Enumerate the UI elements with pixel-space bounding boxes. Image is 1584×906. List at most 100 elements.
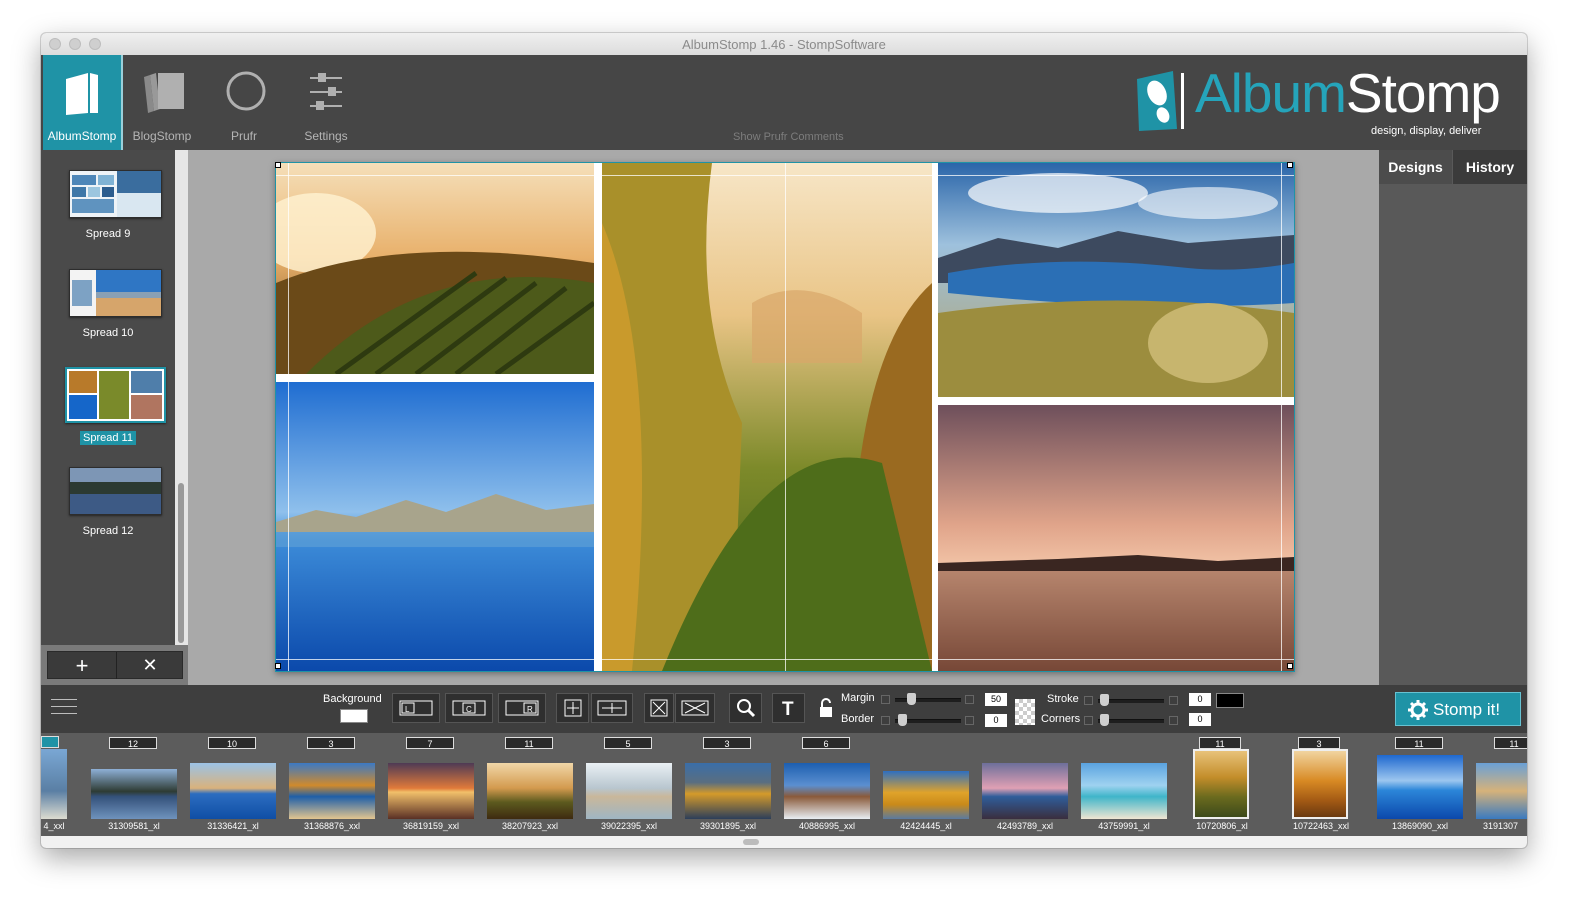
background-color-swatch[interactable] — [340, 709, 368, 723]
photo-autumn-forest[interactable] — [602, 163, 932, 671]
title-bar: AlbumStomp 1.46 - StompSoftware — [41, 33, 1527, 56]
usage-badge: 3 — [307, 737, 355, 749]
stroke-increase-icon[interactable] — [1169, 696, 1178, 705]
mode-settings[interactable]: Settings — [287, 55, 365, 150]
show-prufr-comments-link[interactable]: Show Prufr Comments — [733, 131, 844, 143]
border-decrease-icon[interactable] — [881, 716, 890, 725]
mode-label: Prufr — [230, 129, 257, 143]
stroke-value-field[interactable]: 0 — [1189, 693, 1211, 706]
margin-slider-knob[interactable] — [907, 693, 916, 705]
photo-mountain-lake[interactable] — [938, 163, 1294, 397]
resize-handle[interactable] — [1287, 162, 1293, 168]
shrink-button[interactable] — [675, 693, 715, 723]
filmstrip-photo[interactable] — [41, 749, 67, 819]
scrollbar-thumb[interactable] — [178, 483, 184, 643]
filmstrip-photo[interactable] — [190, 763, 276, 819]
spread-thumbnail[interactable] — [69, 170, 162, 218]
photo-vineyard-hills[interactable] — [276, 163, 594, 374]
filmstrip-photo[interactable] — [586, 763, 672, 819]
filmstrip-filename: 43759991_xl — [1098, 821, 1150, 831]
zoom-button[interactable] — [729, 693, 762, 723]
mode-albumstomp[interactable]: AlbumStomp — [43, 55, 123, 150]
filmstrip-photo[interactable] — [883, 771, 969, 819]
fit-button[interactable] — [556, 693, 589, 723]
designs-history-panel: Designs History — [1379, 150, 1527, 685]
remove-spread-button[interactable]: ✕ — [116, 652, 184, 679]
spread-label: Spread 9 — [85, 228, 131, 240]
filmstrip-photo[interactable] — [982, 763, 1068, 819]
stroke-color-swatch[interactable] — [1216, 693, 1244, 708]
usage-badge: 11 — [1199, 737, 1241, 749]
corners-increase-icon[interactable] — [1169, 716, 1178, 725]
filmstrip-filename: 13869090_xxl — [1391, 821, 1449, 831]
resize-handle[interactable] — [275, 162, 281, 168]
fill-button[interactable] — [591, 693, 633, 723]
spreads-scrollbar[interactable] — [175, 150, 188, 645]
filmstrip-photo[interactable] — [1081, 763, 1167, 819]
expand-button[interactable] — [644, 693, 674, 723]
filmstrip-photo[interactable] — [784, 763, 870, 819]
margin-decrease-icon[interactable] — [881, 695, 890, 704]
stroke-decrease-icon[interactable] — [1084, 696, 1093, 705]
align-right-button[interactable]: R — [498, 693, 546, 723]
filmstrip-filename: 10720806_xl — [1196, 821, 1248, 831]
mode-blogstomp[interactable]: BlogStomp — [123, 55, 201, 150]
margin-guide — [1281, 163, 1282, 671]
spread-thumbnail[interactable] — [69, 269, 162, 317]
window-title: AlbumStomp 1.46 - StompSoftware — [682, 37, 886, 52]
corners-value-field[interactable]: 0 — [1189, 713, 1211, 726]
filmstrip-photo[interactable] — [487, 763, 573, 819]
align-right-icon: R — [505, 700, 539, 716]
fit-icon — [564, 699, 581, 717]
lock-icon[interactable] — [819, 697, 833, 719]
border-value-field[interactable]: 0 — [985, 714, 1007, 727]
background-label: Background — [323, 693, 382, 705]
filmstrip-photo[interactable] — [685, 763, 771, 819]
border-increase-icon[interactable] — [965, 716, 974, 725]
text-tool-button[interactable]: T — [772, 693, 805, 723]
resize-handle[interactable] — [1287, 663, 1293, 669]
corners-decrease-icon[interactable] — [1084, 716, 1093, 725]
expand-icon — [650, 699, 668, 717]
menu-icon[interactable] — [51, 699, 77, 719]
align-left-button[interactable]: L — [392, 693, 440, 723]
tab-designs[interactable]: Designs — [1379, 150, 1452, 184]
mode-prufr[interactable]: Prufr — [205, 55, 283, 150]
filmstrip-photo[interactable] — [1193, 749, 1249, 819]
spread-thumb-image — [67, 369, 164, 421]
margin-slider[interactable] — [895, 698, 961, 702]
spread-label: Spread 10 — [82, 327, 134, 339]
filmstrip-filename: 39022395_xxl — [600, 821, 658, 831]
filmstrip-filename: 38207923_xxl — [501, 821, 559, 831]
photo-blue-lake[interactable] — [276, 382, 594, 671]
filmstrip-photo[interactable] — [1377, 755, 1463, 819]
transparency-swatch[interactable] — [1015, 699, 1035, 725]
filmstrip-photo[interactable] — [91, 769, 177, 819]
spread-add-remove-bar: + ✕ — [47, 651, 183, 679]
corners-slider-knob[interactable] — [1100, 714, 1109, 726]
filmstrip-photo[interactable] — [289, 763, 375, 819]
tab-history[interactable]: History — [1453, 150, 1527, 184]
align-center-button[interactable]: C — [445, 693, 493, 723]
stomp-it-button[interactable]: Stomp it! — [1395, 692, 1521, 726]
filmstrip-photo[interactable] — [388, 763, 474, 819]
resize-grip[interactable] — [743, 839, 759, 845]
spread-thumbnail[interactable] — [69, 467, 162, 515]
add-spread-button[interactable]: + — [48, 652, 117, 679]
margin-value-field[interactable]: 50 — [985, 693, 1007, 706]
border-slider-knob[interactable] — [898, 714, 907, 726]
filmstrip-filename: 40886995_xxl — [798, 821, 856, 831]
stroke-slider-knob[interactable] — [1100, 694, 1109, 706]
resize-handle[interactable] — [275, 663, 281, 669]
margin-increase-icon[interactable] — [965, 695, 974, 704]
bottom-resize-bar — [41, 836, 1527, 848]
filmstrip-filename: 31309581_xl — [108, 821, 160, 831]
filmstrip-photo[interactable] — [1292, 749, 1348, 819]
svg-text:R: R — [527, 705, 533, 714]
photo-sunset-water[interactable] — [938, 405, 1294, 671]
mode-label: Settings — [304, 129, 348, 143]
spread-page — [275, 162, 1295, 672]
spread-thumbnail[interactable] — [65, 367, 166, 423]
filmstrip-photo[interactable] — [1476, 763, 1527, 819]
filmstrip-filename: 31336421_xl — [207, 821, 259, 831]
